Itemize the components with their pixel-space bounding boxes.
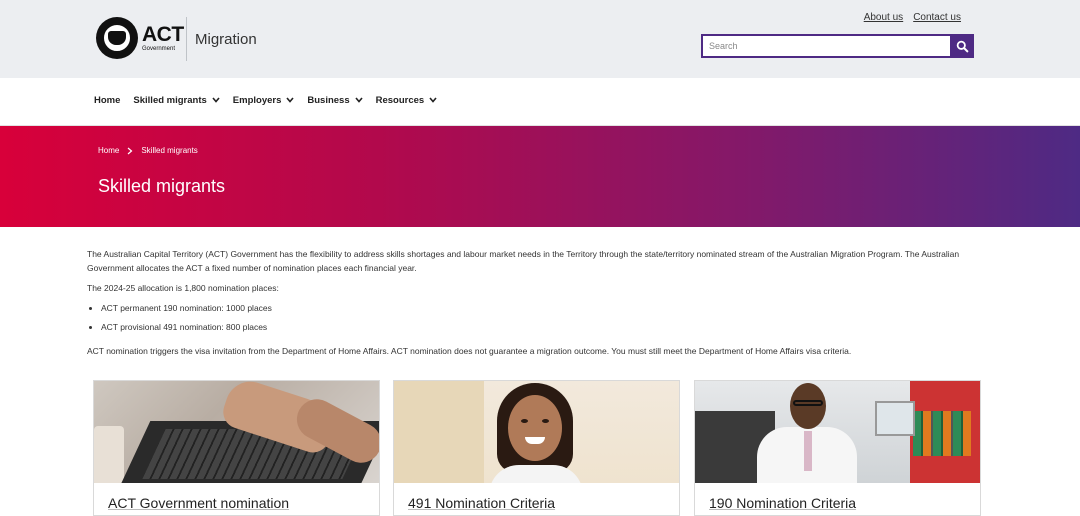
about-us-link[interactable]: About us (864, 12, 903, 23)
card-190-nomination-criteria[interactable]: 190 Nomination Criteria (694, 380, 981, 516)
nav-item-label: Employers (232, 94, 282, 106)
chevron-down-icon (212, 97, 220, 103)
nav-item-label: Business (307, 94, 350, 106)
site-header: ACT Government Migration About us Contac… (0, 0, 1080, 78)
search-input[interactable] (701, 34, 950, 58)
nav-item-business[interactable]: Business (307, 94, 363, 106)
page-title: Skilled migrants (98, 176, 226, 196)
chevron-down-icon (286, 97, 294, 103)
nav-item-label: Home (94, 94, 121, 106)
nav-item-label: Resources (375, 94, 425, 106)
chevron-right-icon (127, 147, 133, 154)
breadcrumb-home-link[interactable]: Home (98, 146, 119, 155)
nav-item-home[interactable]: Home (94, 95, 120, 106)
card-title-link[interactable]: 190 Nomination Criteria (709, 495, 856, 511)
smiling-woman-image (394, 381, 679, 483)
logo-act-text: ACT (142, 23, 184, 46)
main-nav: Home Skilled migrants Employers Business… (94, 88, 450, 112)
note-paragraph: ACT nomination triggers the visa invitat… (87, 346, 852, 356)
list-item: ACT permanent 190 nomination: 1000 place… (101, 301, 987, 315)
nav-item-skilled-migrants[interactable]: Skilled migrants (133, 94, 220, 106)
allocation-list: ACT permanent 190 nomination: 1000 place… (101, 301, 987, 334)
chevron-down-icon (355, 97, 363, 103)
act-government-logo[interactable]: ACT Government (96, 17, 184, 59)
allocation-paragraph: The 2024-25 allocation is 1,800 nominati… (87, 283, 279, 293)
logo-divider (186, 17, 187, 61)
card-title-link[interactable]: ACT Government nomination (108, 495, 289, 511)
search-button[interactable] (950, 34, 974, 58)
card-title-link[interactable]: 491 Nomination Criteria (408, 495, 555, 511)
nav-item-label: Skilled migrants (133, 94, 207, 106)
card-491-nomination-criteria[interactable]: 491 Nomination Criteria (393, 380, 680, 516)
list-item: ACT provisional 491 nomination: 800 plac… (101, 320, 987, 334)
hands-typing-laptop-image (94, 381, 379, 483)
breadcrumb-current: Skilled migrants (141, 146, 198, 155)
card-act-government-nomination[interactable]: ACT Government nomination (93, 380, 380, 516)
search-form (701, 34, 974, 58)
intro-paragraph: The Australian Capital Territory (ACT) G… (87, 249, 960, 273)
nav-item-resources[interactable]: Resources (376, 95, 438, 106)
nav-item-employers[interactable]: Employers (233, 95, 295, 106)
logo-government-text: Government (142, 46, 176, 52)
main-content: The Australian Capital Territory (ACT) G… (87, 247, 987, 364)
search-icon (956, 40, 968, 52)
page-banner: Home Skilled migrants Skilled migrants (0, 126, 1080, 227)
chevron-down-icon (429, 97, 437, 103)
act-crest-icon (96, 17, 138, 59)
man-in-office-image (695, 381, 980, 483)
breadcrumb: Home Skilled migrants (98, 146, 198, 155)
contact-us-link[interactable]: Contact us (913, 12, 961, 23)
site-name[interactable]: Migration (195, 31, 257, 48)
utility-links: About us Contact us (864, 12, 961, 23)
